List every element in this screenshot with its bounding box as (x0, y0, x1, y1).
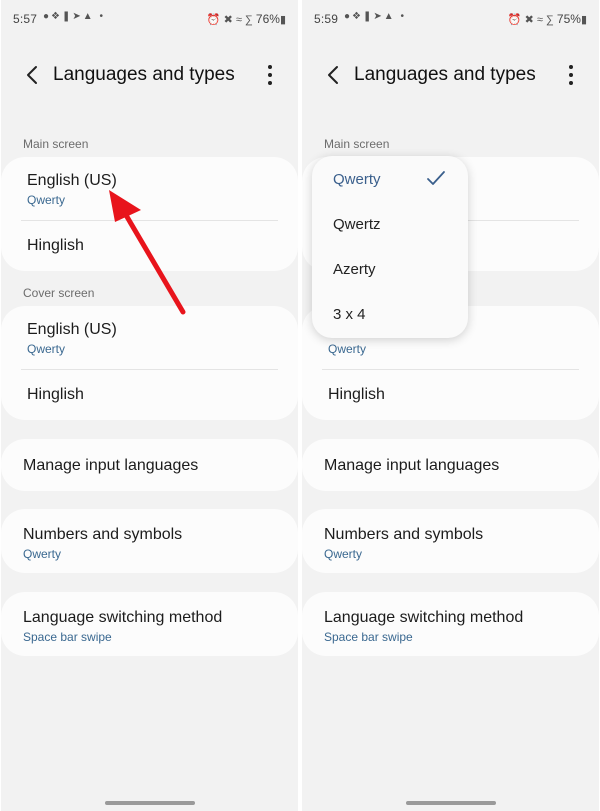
numbers-and-symbols-card[interactable]: Numbers and symbols Qwerty (302, 509, 599, 573)
check-icon (427, 171, 445, 185)
layout-option-3x4[interactable]: 3 x 4 (312, 292, 468, 337)
more-options-button[interactable] (260, 61, 280, 89)
section-label-main-screen: Main screen (23, 137, 89, 151)
layout-option-qwertz[interactable]: Qwertz (312, 202, 468, 247)
option-label: Qwertz (333, 216, 381, 233)
system-icons: ⏰ ✖ ≈ ∑ 75%▮ (507, 12, 587, 26)
more-options-icon (260, 65, 280, 85)
app-bar: Languages and types (1, 58, 298, 94)
option-label: 3 x 4 (333, 306, 366, 323)
keyboard-layout-popup: Qwerty Qwertz Azerty 3 x 4 (312, 156, 468, 338)
item-title: English (US) (27, 321, 117, 338)
option-label: Qwerty (333, 171, 381, 188)
main-language-english-us[interactable]: English (US) Qwerty (1, 157, 298, 219)
page-title: Languages and types (354, 64, 536, 85)
language-switching-method-card[interactable]: Language switching method Space bar swip… (1, 592, 298, 656)
language-switching-method-card[interactable]: Language switching method Space bar swip… (302, 592, 599, 656)
manage-input-languages-card[interactable]: Manage input languages (302, 439, 599, 491)
back-button[interactable] (21, 60, 45, 90)
right-screenshot: 5:59 ●❖❚➤▲ • ⏰ ✖ ≈ ∑ 75%▮ Languages and … (302, 0, 599, 811)
language-switching-method[interactable]: Language switching method Space bar swip… (1, 592, 298, 656)
cover-language-hinglish[interactable]: Hinglish (1, 370, 298, 420)
cover-screen-card: English (US) Qwerty Hinglish (1, 306, 298, 420)
status-bar: 5:59 ●❖❚➤▲ • ⏰ ✖ ≈ ∑ 75%▮ (302, 8, 599, 30)
layout-option-azerty[interactable]: Azerty (312, 247, 468, 292)
item-title: Hinglish (27, 237, 84, 254)
notification-icons: ●❖❚➤▲ • (43, 11, 105, 22)
manage-input-languages-card[interactable]: Manage input languages (1, 439, 298, 491)
layout-option-qwerty[interactable]: Qwerty (312, 157, 468, 202)
battery-level: 75% (556, 12, 581, 26)
item-title: Manage input languages (23, 457, 199, 474)
page-title: Languages and types (53, 64, 235, 85)
item-subtitle: Space bar swipe (324, 630, 413, 644)
app-bar: Languages and types (302, 58, 599, 94)
item-subtitle: Qwerty (27, 193, 66, 207)
item-subtitle: Qwerty (328, 342, 367, 356)
item-title: Language switching method (23, 609, 223, 626)
item-title: Manage input languages (324, 457, 500, 474)
manage-input-languages[interactable]: Manage input languages (1, 439, 298, 491)
manage-input-languages[interactable]: Manage input languages (302, 439, 599, 491)
system-icons: ⏰ ✖ ≈ ∑ 76%▮ (206, 12, 286, 26)
item-subtitle: Qwerty (27, 342, 66, 356)
numbers-and-symbols[interactable]: Numbers and symbols Qwerty (302, 509, 599, 573)
status-time: 5:59 (314, 12, 339, 26)
more-options-icon (561, 65, 581, 85)
section-label-main-screen: Main screen (324, 137, 390, 151)
item-title: Numbers and symbols (23, 526, 183, 543)
more-options-button[interactable] (561, 61, 581, 89)
back-button[interactable] (322, 60, 346, 90)
item-title: Numbers and symbols (324, 526, 484, 543)
status-bar: 5:57 ●❖❚➤▲ • ⏰ ✖ ≈ ∑ 76%▮ (1, 8, 298, 30)
item-subtitle: Space bar swipe (23, 630, 112, 644)
item-title: Language switching method (324, 609, 524, 626)
main-language-hinglish[interactable]: Hinglish (1, 221, 298, 271)
back-arrow-icon (27, 66, 37, 84)
left-screenshot: 5:57 ●❖❚➤▲ • ⏰ ✖ ≈ ∑ 76%▮ Languages and … (1, 0, 298, 811)
item-subtitle: Qwerty (324, 547, 363, 561)
battery-level: 76% (255, 12, 280, 26)
language-switching-method[interactable]: Language switching method Space bar swip… (302, 592, 599, 656)
item-title: Hinglish (27, 386, 84, 403)
item-title: Hinglish (328, 386, 385, 403)
numbers-and-symbols-card[interactable]: Numbers and symbols Qwerty (1, 509, 298, 573)
item-title: English (US) (27, 172, 117, 189)
back-arrow-icon (328, 66, 338, 84)
status-time: 5:57 (13, 12, 38, 26)
item-subtitle: Qwerty (23, 547, 62, 561)
numbers-and-symbols[interactable]: Numbers and symbols Qwerty (1, 509, 298, 573)
cover-language-hinglish[interactable]: Hinglish (302, 370, 599, 420)
cover-language-english-us[interactable]: English (US) Qwerty (1, 306, 298, 368)
gesture-nav-handle[interactable] (406, 801, 496, 805)
notification-icons: ●❖❚➤▲ • (344, 11, 406, 22)
option-label: Azerty (333, 261, 376, 278)
gesture-nav-handle[interactable] (105, 801, 195, 805)
section-label-cover-screen: Cover screen (23, 286, 95, 300)
main-screen-card: English (US) Qwerty Hinglish (1, 157, 298, 271)
